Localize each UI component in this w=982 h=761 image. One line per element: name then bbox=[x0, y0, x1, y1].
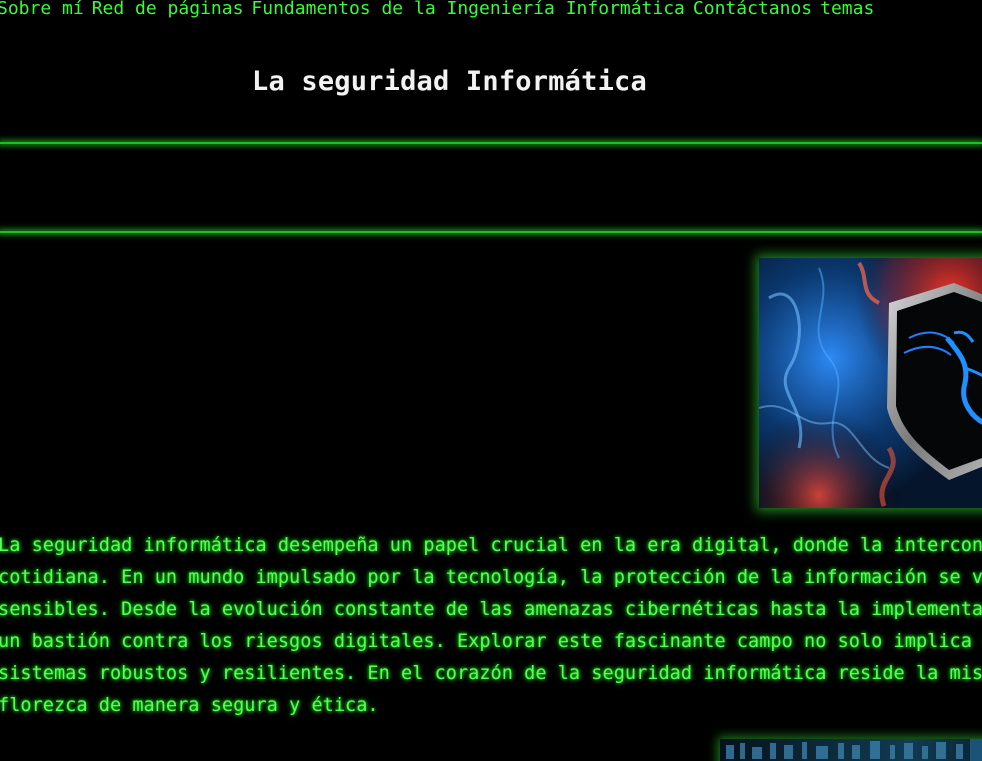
article-line: cotidiana. En un mundo impulsado por la … bbox=[0, 567, 982, 588]
divider-top bbox=[0, 142, 982, 144]
nav-link-fundamentos[interactable]: Fundamentos de la Ingeniería Informática bbox=[251, 0, 684, 18]
divider-bottom bbox=[0, 231, 982, 233]
page-title: La seguridad Informática bbox=[252, 66, 647, 97]
nav-link-temas[interactable]: temas bbox=[820, 0, 874, 18]
digital-code-image bbox=[720, 739, 982, 761]
nav-link-red-de-paginas[interactable]: Red de páginas bbox=[92, 0, 244, 18]
article-line: un bastión contra los riesgos digitales.… bbox=[0, 631, 982, 652]
article-paragraph: La seguridad informática desempeña un pa… bbox=[0, 530, 982, 722]
nav-link-sobre-mi[interactable]: Sobre mí bbox=[0, 0, 84, 18]
article-line: La seguridad informática desempeña un pa… bbox=[0, 535, 982, 556]
security-shield-image bbox=[759, 258, 982, 508]
nav-link-contactanos[interactable]: Contáctanos bbox=[693, 0, 812, 18]
article-line: sistemas robustos y resilientes. En el c… bbox=[0, 663, 982, 684]
article-line: sensibles. Desde la evolución constante … bbox=[0, 599, 982, 620]
top-navigation: Sobre mí Red de páginas Fundamentos de la … bbox=[0, 0, 882, 18]
article-line: florezca de manera segura y ética. bbox=[0, 695, 379, 716]
